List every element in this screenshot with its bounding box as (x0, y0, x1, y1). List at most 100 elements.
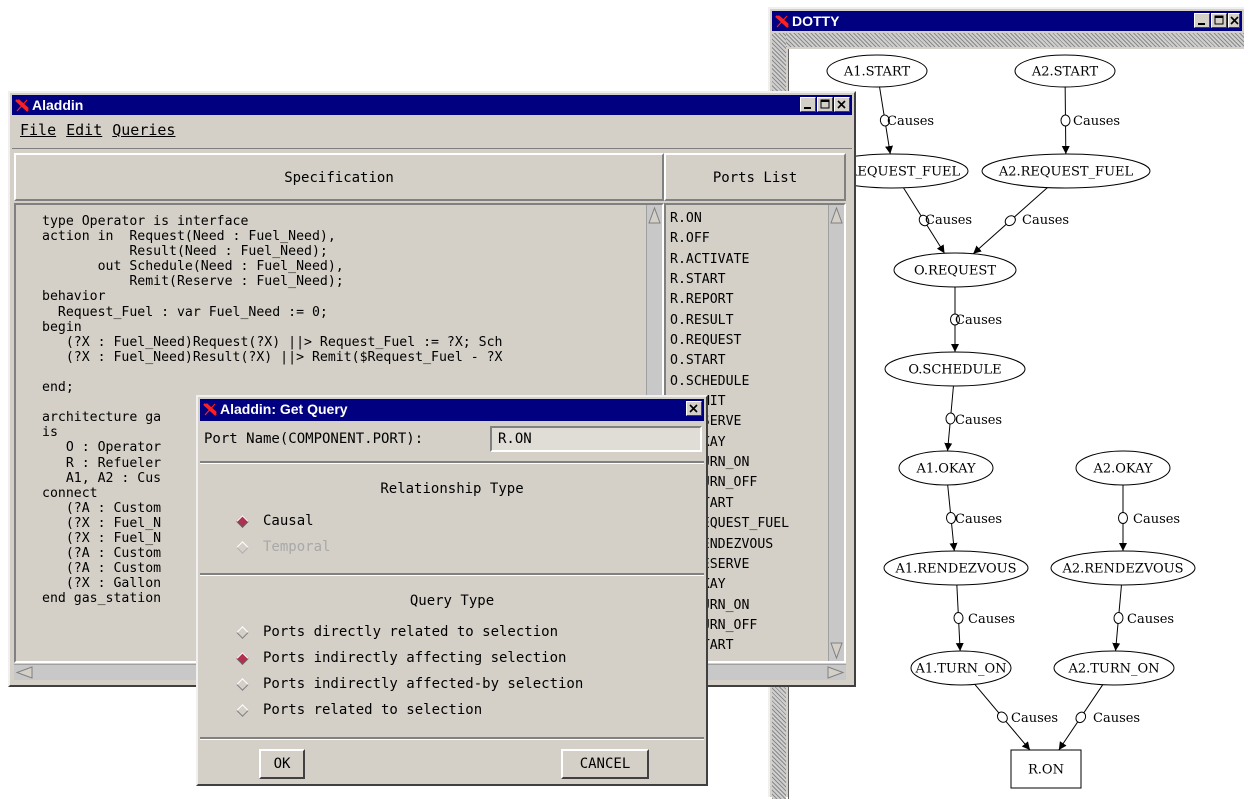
spec-line: end; (42, 380, 74, 396)
query-type-header: Query Type (409, 593, 495, 609)
port-list-item[interactable]: R.REPORT (670, 290, 826, 310)
close-button[interactable] (686, 401, 702, 416)
radio-label: Ports indirectly affected-by selection (263, 676, 584, 692)
menu-file[interactable]: File (20, 121, 56, 139)
ports-header: Ports List (712, 170, 798, 186)
edge-label: Causes (1011, 711, 1058, 726)
port-list-item[interactable]: R.OFF (670, 229, 826, 249)
spec-header: Specification (284, 170, 394, 186)
port-name-field[interactable]: R.ON (490, 426, 702, 452)
radio-unselected-icon (236, 540, 249, 554)
minimize-button[interactable] (800, 97, 816, 112)
relationship-header: Relationship Type (380, 481, 524, 497)
edge-label: Causes (887, 114, 934, 129)
menu-edit[interactable]: Edit (66, 121, 102, 139)
minimize-icon (804, 107, 811, 109)
graph-node-label: A1.START (843, 65, 911, 80)
scroll-up-icon[interactable] (647, 205, 662, 225)
graph-node-label: A1.OKAY (915, 462, 975, 477)
port-list-item[interactable]: R.ACTIVATE (670, 250, 826, 270)
spec-line: (?X : Fuel_Need)Result(?X) ||> Remit($Re… (42, 349, 503, 365)
radio-option[interactable]: Ports indirectly affecting selection (236, 648, 567, 668)
scroll-left-icon[interactable] (14, 665, 34, 680)
spec-header-panel: Specification (14, 153, 664, 201)
maximize-button[interactable] (817, 97, 833, 112)
port-list-item[interactable]: O.SCHEDULE (670, 372, 826, 392)
ok-button[interactable]: OK (259, 749, 305, 779)
spec-line (42, 365, 638, 380)
radio-unselected-icon[interactable] (236, 677, 249, 691)
graph-node-label: A2.RENDEZVOUS (1061, 562, 1183, 577)
scroll-up-icon[interactable] (829, 205, 844, 225)
edge-cause-marker (1118, 512, 1128, 524)
spec-line: type Operator is interface (42, 214, 249, 229)
graph-node-label: O.REQUEST (914, 264, 996, 279)
graph-node-label: A1.RENDEZVOUS (894, 562, 1016, 577)
edge-label: Causes (1022, 213, 1069, 228)
radio-option[interactable]: Ports directly related to selection (236, 622, 558, 642)
menu-separator (12, 148, 852, 149)
graph-node-label: O.SCHEDULE (908, 363, 1001, 378)
port-list-item[interactable]: R.START (670, 270, 826, 290)
scroll-right-icon[interactable] (826, 665, 846, 680)
radio-option: Temporal (236, 537, 331, 557)
edge-cause-marker (1060, 114, 1071, 127)
radio-label: Ports indirectly affecting selection (263, 650, 567, 666)
port-list-item[interactable]: O.REQUEST (670, 331, 826, 351)
port-list-item[interactable]: O.RESULT (670, 311, 826, 331)
scroll-down-icon[interactable] (829, 641, 844, 661)
menu-edit-label: Edit (66, 121, 103, 139)
radio-option[interactable]: Causal (236, 511, 314, 531)
spec-line: Request_Fuel : var Fuel_Need := 0; (42, 304, 328, 320)
aladdin-titlebar[interactable]: Aladdin (12, 95, 852, 115)
edge-cause-marker (1113, 612, 1124, 624)
edge-cause-marker (945, 412, 956, 425)
menu-queries-label: Queries (112, 121, 176, 139)
graph-node-label: A1.TURN_ON (914, 662, 1006, 677)
edge-label: Causes (1093, 711, 1140, 726)
radio-unselected-icon[interactable] (236, 625, 249, 639)
graph-node-label: A2.OKAY (1092, 462, 1152, 477)
close-icon (689, 404, 698, 413)
spec-line: Result(Need : Fuel_Need); (42, 244, 328, 260)
graph-node-label: A2.REQUEST_FUEL (998, 165, 1134, 180)
radio-unselected-icon[interactable] (236, 703, 249, 717)
radio-option[interactable]: Ports indirectly affected-by selection (236, 674, 584, 694)
cancel-button[interactable]: CANCEL (561, 749, 649, 779)
maximize-icon (820, 99, 830, 109)
graph-node-label: A2.START (1031, 65, 1099, 80)
edge-label: Causes (955, 413, 1002, 428)
edge-label: Causes (955, 313, 1002, 328)
radio-selected-icon[interactable] (236, 514, 249, 528)
x-logo-icon (15, 99, 29, 112)
port-list-item[interactable]: O.START (670, 351, 826, 371)
ports-vscrollbar[interactable] (828, 205, 844, 661)
edge-label: Causes (1127, 612, 1174, 627)
edge-cause-marker (996, 711, 1008, 723)
close-icon (837, 100, 846, 109)
radio-label: Temporal (263, 539, 331, 555)
graph-node-label: A2.TURN_ON (1067, 662, 1159, 677)
radio-option[interactable]: Ports related to selection (236, 700, 483, 720)
query-titlebar[interactable]: Aladdin: Get Query (200, 399, 704, 421)
ports-header-panel: Ports List (664, 153, 846, 201)
edge-cause-marker (1075, 711, 1087, 724)
menu-queries[interactable]: Queries (112, 121, 175, 139)
close-button[interactable] (834, 97, 850, 112)
query-title: Aladdin: Get Query (220, 401, 348, 417)
radio-selected-icon[interactable] (236, 651, 249, 665)
port-list-item[interactable]: R.ON (670, 209, 826, 229)
radio-label: Ports related to selection (263, 702, 483, 718)
edge-label: Causes (1133, 512, 1180, 527)
spec-line: begin (42, 319, 82, 335)
aladdin-title: Aladdin (32, 97, 84, 113)
edge-label: Causes (925, 213, 972, 228)
spec-line: out Schedule(Need : Fuel_Need), (42, 259, 344, 275)
graph-node-label: R.ON (1028, 763, 1064, 778)
edge-label: Causes (955, 512, 1002, 527)
menu-file-label: File (20, 121, 57, 139)
spec-line: behavior (42, 289, 106, 305)
radio-label: Causal (263, 513, 314, 529)
port-name-value: R.ON (498, 431, 532, 447)
separator (200, 573, 704, 576)
